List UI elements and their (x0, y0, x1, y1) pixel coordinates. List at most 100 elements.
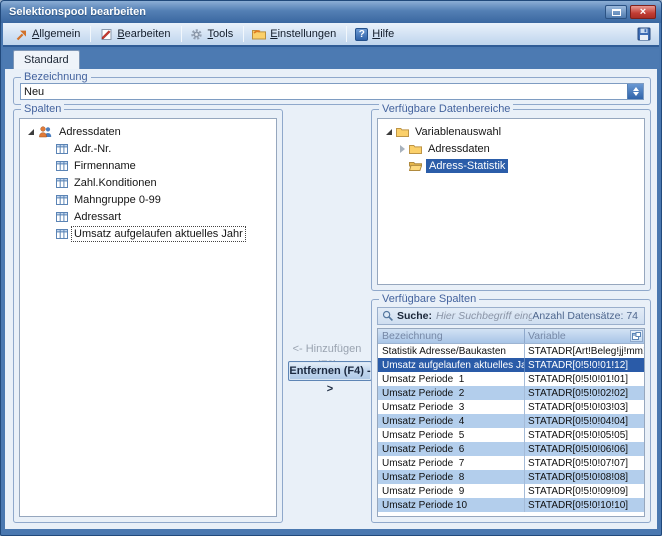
folder-icon (396, 127, 409, 137)
cell-bezeichnung: Umsatz Periode 3 (378, 402, 524, 413)
table-column-icon (56, 161, 68, 171)
datenbereiche-listbox: Variablenauswahl Adressdaten Adress-Stat… (377, 118, 645, 285)
cell-variable: STATADR[0!5!0!05!05] (524, 428, 644, 442)
save-button[interactable] (637, 27, 651, 41)
edit-notepad-icon (99, 27, 113, 41)
columns-table: Bezeichnung Variable Statistik Adresse/B… (377, 328, 645, 517)
table-row[interactable]: Umsatz Periode 5 STATADR[0!5!0!05!05] (378, 428, 644, 442)
toolbar-label: Bearbeiten (117, 28, 170, 40)
cell-bezeichnung: Umsatz Periode 9 (378, 486, 524, 497)
tree-expanded-icon[interactable] (386, 129, 392, 135)
table-body: Statistik Adresse/Baukasten STATADR[Art!… (378, 344, 644, 512)
close-button[interactable]: × (630, 5, 656, 19)
tree-node-label: Variablenauswahl (413, 125, 503, 139)
cell-bezeichnung: Umsatz Periode 2 (378, 388, 524, 399)
search-label: Suche: (397, 310, 432, 322)
folder-open-icon (409, 161, 422, 171)
folder-icon (409, 144, 422, 154)
spalten-tree: Adressdaten Adr.-Nr. Firmennam (20, 119, 276, 246)
tree-expanded-icon[interactable] (28, 129, 34, 135)
column-header-variable[interactable]: Variable (524, 329, 644, 343)
column-header-bezeichnung[interactable]: Bezeichnung (378, 330, 524, 342)
cell-variable: STATADR[0!5!0!07!07] (524, 456, 644, 470)
titlebar: Selektionspool bearbeiten × (1, 1, 661, 23)
toolbar-button-bearbeiten[interactable]: Bearbeiten (93, 25, 178, 43)
toolbar-label: Einstellungen (270, 28, 336, 40)
tree-node-adress-statistik[interactable]: Adress-Statistik (380, 157, 642, 174)
toolbar-button-einstellungen[interactable]: Einstellungen (246, 25, 344, 43)
tree-item-label: Zahl.Konditionen (72, 176, 159, 190)
cell-variable: STATADR[Art!Beleg!jj!mm!m (524, 344, 644, 358)
tree-node-label: Adressdaten (426, 142, 492, 156)
tree-node-variablenauswahl[interactable]: Variablenauswahl (380, 123, 642, 140)
toolbar-button-tools[interactable]: Tools (184, 25, 242, 43)
arrow-down-icon (633, 92, 639, 96)
tree-item-label: Umsatz aufgelaufen aktuelles Jahr (72, 227, 245, 241)
contacts-icon (38, 126, 53, 138)
bezeichnung-combobox[interactable]: Neu (20, 83, 644, 100)
add-button[interactable]: <- Hinzufügen (F3) (287, 341, 367, 357)
toolbar-button-hilfe[interactable]: ? Hilfe (349, 26, 402, 43)
toolbar-label: Allgemein (32, 28, 80, 40)
table-row[interactable]: Statistik Adresse/Baukasten STATADR[Art!… (378, 344, 644, 358)
close-icon: × (640, 7, 646, 17)
table-column-icon (56, 212, 68, 222)
tabstrip: Standard (3, 49, 659, 69)
table-row[interactable]: Umsatz Periode 4 STATADR[0!5!0!04!04] (378, 414, 644, 428)
tree-item-label: Mahngruppe 0-99 (72, 193, 163, 207)
tree-item-column[interactable]: Adr.-Nr. (22, 140, 274, 157)
page-standard: Bezeichnung Neu Spalten Adressdaten (5, 69, 657, 529)
table-column-icon (56, 195, 68, 205)
cell-bezeichnung: Umsatz Periode 1 (378, 374, 524, 385)
tree-node-adressdaten[interactable]: Adressdaten (22, 123, 274, 140)
table-row[interactable]: Umsatz aufgelaufen aktuelles Jahr STATAD… (378, 358, 644, 372)
cell-variable: STATADR[0!5!0!09!09] (524, 484, 644, 498)
group-bezeichnung: Bezeichnung Neu (13, 77, 651, 105)
table-row[interactable]: Umsatz Periode 2 STATADR[0!5!0!02!02] (378, 386, 644, 400)
toolbar-separator (346, 26, 347, 42)
tree-item-column[interactable]: Adressart (22, 208, 274, 225)
table-row[interactable]: Umsatz Periode 1 STATADR[0!5!0!01!01] (378, 372, 644, 386)
table-column-icon (56, 229, 68, 239)
column-chooser-button[interactable] (630, 330, 643, 342)
tree-node-label: Adressdaten (57, 125, 123, 139)
toolbar-button-allgemein[interactable]: Allgemein (8, 25, 88, 43)
cell-bezeichnung: Umsatz Periode 6 (378, 444, 524, 455)
cell-variable: STATADR[0!5!0!06!06] (524, 442, 644, 456)
table-row[interactable]: Umsatz Periode 8 STATADR[0!5!0!08!08] (378, 470, 644, 484)
toolbar-label: Hilfe (372, 28, 394, 40)
table-row[interactable]: Umsatz Periode 7 STATADR[0!5!0!07!07] (378, 456, 644, 470)
table-row[interactable]: Umsatz Periode 10 STATADR[0!5!0!10!10] (378, 498, 644, 512)
search-icon (382, 310, 394, 322)
combobox-value: Neu (21, 86, 627, 98)
toolbar: Allgemein Bearbeiten Tools Einstellungen… (3, 23, 659, 47)
cell-bezeichnung: Statistik Adresse/Baukasten (378, 346, 524, 357)
tree-item-column[interactable]: Zahl.Konditionen (22, 174, 274, 191)
group-verfuegbare-spalten: Verfügbare Spalten Suche: Anzahl Datensä… (371, 299, 651, 523)
dialog-window: Selektionspool bearbeiten × Allgemein Be… (0, 0, 662, 536)
spalten-tree-items: Adr.-Nr. Firmenname Zahl.Konditionen (22, 140, 274, 242)
table-row[interactable]: Umsatz Periode 3 STATADR[0!5!0!03!03] (378, 400, 644, 414)
tab-standard[interactable]: Standard (13, 50, 80, 69)
remove-button[interactable]: Entfernen (F4) -> (288, 361, 372, 381)
table-column-icon (56, 178, 68, 188)
group-label-bezeichnung: Bezeichnung (21, 71, 91, 83)
restore-button[interactable] (605, 5, 627, 19)
tree-item-label: Adr.-Nr. (72, 142, 113, 156)
table-column-icon (56, 144, 68, 154)
tree-item-column[interactable]: Umsatz aufgelaufen aktuelles Jahr (22, 225, 274, 242)
cell-bezeichnung: Umsatz Periode 5 (378, 430, 524, 441)
cell-variable: STATADR[0!5!0!08!08] (524, 470, 644, 484)
tree-node-adressdaten-folder[interactable]: Adressdaten (380, 140, 642, 157)
table-row[interactable]: Umsatz Periode 9 STATADR[0!5!0!09!09] (378, 484, 644, 498)
table-row[interactable]: Umsatz Periode 6 STATADR[0!5!0!06!06] (378, 442, 644, 456)
search-input[interactable] (436, 310, 532, 322)
tree-item-column[interactable]: Firmenname (22, 157, 274, 174)
tree-collapsed-icon[interactable] (400, 145, 405, 153)
gear-icon (190, 27, 204, 41)
combobox-dropdown-button[interactable] (627, 84, 643, 99)
group-label-verfuegbare-spalten: Verfügbare Spalten (379, 293, 479, 305)
tree-item-column[interactable]: Mahngruppe 0-99 (22, 191, 274, 208)
cell-bezeichnung: Umsatz aufgelaufen aktuelles Jahr (378, 360, 524, 371)
datenbereiche-tree: Variablenauswahl Adressdaten Adress-Stat… (378, 119, 644, 178)
